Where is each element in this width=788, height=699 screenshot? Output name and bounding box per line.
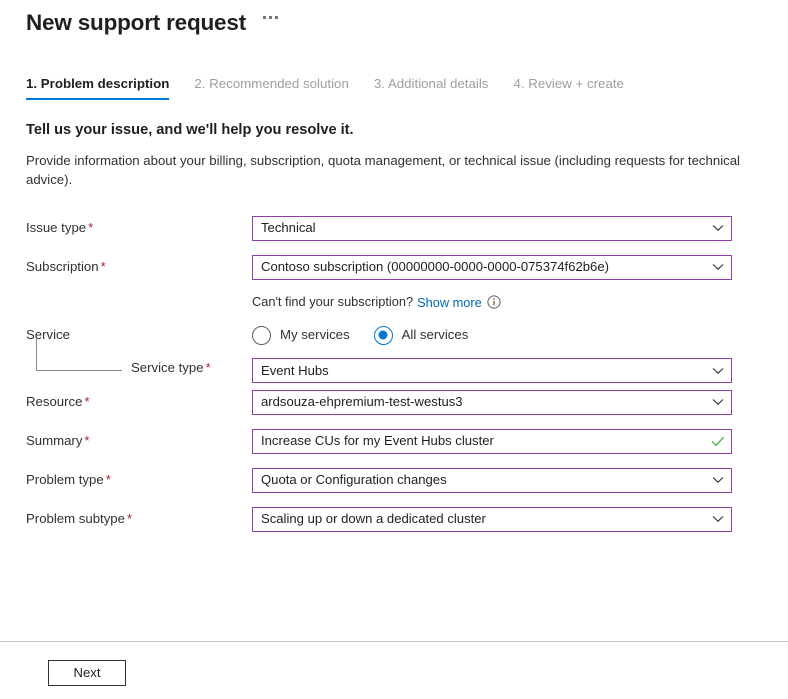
required-asterisk: * xyxy=(84,394,90,409)
radio-all-services-label: All services xyxy=(401,327,469,342)
tree-connector xyxy=(36,339,122,371)
problem-description-form: Issue type * Technical Subscription * Cont… xyxy=(0,215,788,532)
subscription-value: Contoso subscription (00000000-0000-0000… xyxy=(261,259,609,274)
subscription-dropdown[interactable]: Contoso subscription (00000000-0000-0000… xyxy=(252,254,732,280)
summary-control-wrap: Increase CUs for my Event Hubs cluster xyxy=(252,428,732,454)
radio-icon xyxy=(252,325,271,345)
field-row-problem-subtype: Problem subtype * Scaling up or down a de… xyxy=(0,506,788,532)
subscription-label-text: Subscription xyxy=(26,259,99,274)
info-icon[interactable] xyxy=(487,295,501,309)
field-row-service-type: Service type * Event Hubs xyxy=(0,339,788,383)
problem-type-label: Problem type * xyxy=(0,471,252,489)
tab-problem-description[interactable]: 1. Problem description xyxy=(26,75,170,100)
subscription-hint-row: Can't find your subscription? Show more xyxy=(0,293,788,311)
required-asterisk: * xyxy=(126,511,133,526)
problem-subtype-label-text: Problem subtype xyxy=(26,511,125,526)
issue-type-control-wrap: Technical xyxy=(252,215,732,241)
issue-type-label-text: Issue type xyxy=(26,220,87,235)
radio-selected-icon xyxy=(373,325,393,345)
more-options-icon[interactable] xyxy=(262,10,281,36)
tab-recommended-solution[interactable]: 2. Recommended solution xyxy=(194,75,348,100)
intro-heading: Tell us your issue, and we'll help you r… xyxy=(26,122,354,138)
required-asterisk: * xyxy=(205,360,211,375)
resource-label: Resource * xyxy=(0,393,252,411)
field-row-issue-type: Issue type * Technical xyxy=(0,215,788,241)
radio-all-services[interactable]: All services xyxy=(373,325,469,345)
wizard-tabs: 1. Problem description 2. Recommended so… xyxy=(0,72,788,100)
support-request-page: New support request 1. Problem descripti… xyxy=(0,0,788,699)
chevron-down-icon xyxy=(705,398,731,406)
required-asterisk: * xyxy=(84,433,90,448)
service-type-label-text: Service type xyxy=(131,360,204,375)
chevron-down-icon xyxy=(705,476,731,484)
subscription-control-wrap: Contoso subscription (00000000-0000-0000… xyxy=(252,254,732,280)
summary-input[interactable]: Increase CUs for my Event Hubs cluster xyxy=(252,428,732,454)
tab-additional-details[interactable]: 3. Additional details xyxy=(374,75,489,100)
required-asterisk: * xyxy=(105,472,111,487)
show-more-link[interactable]: Show more xyxy=(417,295,482,310)
subscription-label: Subscription * xyxy=(0,258,252,276)
resource-label-text: Resource xyxy=(26,394,83,409)
service-scope-radios: My services All services xyxy=(252,325,732,345)
chevron-down-icon xyxy=(705,224,731,232)
title-row: New support request xyxy=(0,0,788,38)
service-type-value: Event Hubs xyxy=(261,362,329,378)
resource-value: ardsouza-ehpremium-test-westus3 xyxy=(261,394,463,409)
problem-subtype-dropdown[interactable]: Scaling up or down a dedicated cluster xyxy=(252,506,732,532)
problem-subtype-control-wrap: Scaling up or down a dedicated cluster xyxy=(252,506,732,532)
problem-subtype-label: Problem subtype * xyxy=(0,510,252,528)
service-type-label-col: Service type * xyxy=(0,339,252,383)
problem-type-control-wrap: Quota or Configuration changes xyxy=(252,467,732,493)
chevron-down-icon xyxy=(705,515,731,523)
problem-type-dropdown[interactable]: Quota or Configuration changes xyxy=(252,467,732,493)
field-row-problem-type: Problem type * Quota or Configuration cha… xyxy=(0,467,788,493)
service-type-control-wrap: Event Hubs xyxy=(252,345,732,383)
service-block: Service My services All services Service… xyxy=(0,325,788,383)
radio-my-services[interactable]: My services xyxy=(252,325,350,345)
subscription-hint-text: Can't find your subscription? xyxy=(252,294,414,309)
issue-type-value: Technical xyxy=(261,220,316,235)
summary-label-text: Summary xyxy=(26,433,83,448)
problem-type-value: Quota or Configuration changes xyxy=(261,472,447,487)
problem-subtype-value: Scaling up or down a dedicated cluster xyxy=(261,511,486,526)
issue-type-label: Issue type * xyxy=(0,219,252,237)
field-row-resource: Resource * ardsouza-ehpremium-test-westus… xyxy=(0,389,788,415)
field-row-subscription: Subscription * Contoso subscription (0000… xyxy=(0,254,788,280)
summary-label: Summary * xyxy=(0,432,252,450)
field-row-summary: Summary * Increase CUs for my Event Hubs … xyxy=(0,428,788,454)
intro-section: Tell us your issue, and we'll help you r… xyxy=(0,120,788,189)
resource-dropdown[interactable]: ardsouza-ehpremium-test-westus3 xyxy=(252,389,732,415)
service-type-dropdown[interactable]: Event Hubs xyxy=(252,358,732,383)
intro-body: Provide information about your billing, … xyxy=(26,153,740,187)
summary-value: Increase CUs for my Event Hubs cluster xyxy=(261,433,494,448)
service-scope-row: My services All services xyxy=(252,325,732,345)
chevron-down-icon xyxy=(705,263,731,271)
footer: Next xyxy=(0,642,788,686)
page-title: New support request xyxy=(26,10,246,35)
resource-control-wrap: ardsouza-ehpremium-test-westus3 xyxy=(252,389,732,415)
required-asterisk: * xyxy=(100,259,106,274)
valid-check-icon xyxy=(705,436,731,447)
service-type-label: Service type * xyxy=(131,359,211,377)
issue-type-dropdown[interactable]: Technical xyxy=(252,215,732,241)
next-button[interactable]: Next xyxy=(48,660,126,686)
required-asterisk: * xyxy=(88,220,94,235)
radio-my-services-label: My services xyxy=(280,327,350,342)
problem-type-label-text: Problem type xyxy=(26,472,104,487)
tab-review-create[interactable]: 4. Review + create xyxy=(513,75,624,100)
chevron-down-icon xyxy=(705,367,731,375)
